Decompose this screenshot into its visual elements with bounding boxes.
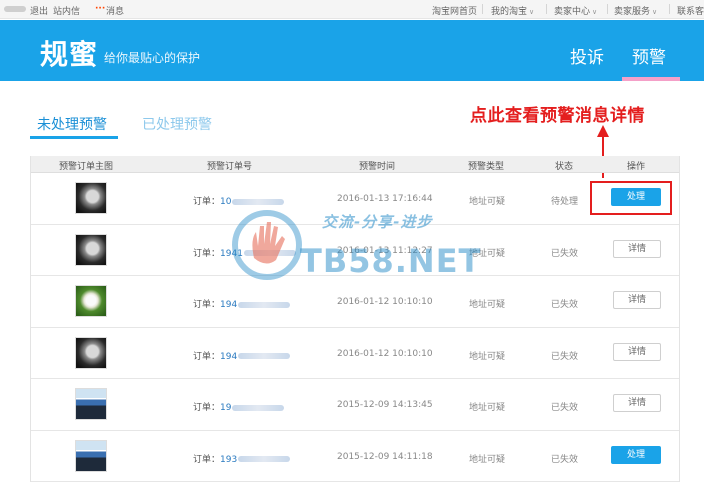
status-text: 已失效	[551, 351, 579, 362]
col-header-type: 预警类型	[468, 162, 505, 172]
col-header-order-no: 预警订单号	[207, 162, 253, 172]
order-thumbnail[interactable]	[75, 182, 107, 214]
details-button[interactable]: 详情	[613, 342, 661, 361]
warning-type: 地址可疑	[469, 248, 506, 259]
warning-time: 2016-01-13 11:12:27	[337, 245, 433, 256]
order-number[interactable]: 订单：193	[193, 452, 291, 465]
topbar-divider	[669, 4, 670, 14]
warning-type: 地址可疑	[469, 403, 506, 413]
col-header-thumbnail: 预警订单主图	[59, 162, 114, 172]
annotation-callout: 点此查看预警消息详情	[470, 106, 645, 126]
status-text: 已失效	[551, 403, 579, 413]
warning-type: 地址可疑	[469, 351, 506, 362]
handle-button[interactable]: 处理	[611, 445, 661, 464]
order-number-redacted	[232, 198, 285, 205]
status-text: 已失效	[551, 454, 579, 465]
table-row: 订单：19 2015-12-09 14:13:45 地址可疑 已失效 详情	[31, 379, 679, 431]
annotation-highlight-box	[590, 181, 672, 215]
table-row: 订单：193 2015-12-09 14:11:18 地址可疑 已失效 处理	[31, 431, 679, 482]
warning-time: 2016-01-12 10:10:10	[337, 348, 433, 359]
tab-processed-warnings[interactable]: 已处理预警	[142, 114, 212, 134]
nav-tab-warnings[interactable]: 预警	[632, 43, 666, 68]
order-thumbnail[interactable]	[75, 285, 107, 317]
warning-type: 地址可疑	[469, 300, 506, 310]
table-header: 预警订单主图 预警订单号 预警时间 预警类型 状态 操作	[31, 156, 679, 173]
status-text: 待处理	[551, 197, 579, 207]
notifications-link[interactable]: 消息	[106, 4, 124, 17]
chevron-down-icon: ∨	[592, 8, 598, 16]
order-number-redacted	[238, 301, 291, 308]
order-number-redacted	[243, 250, 296, 256]
warning-type: 地址可疑	[469, 454, 506, 465]
col-header-time: 预警时间	[359, 162, 396, 172]
taobao-home-link[interactable]: 淘宝网首页	[432, 4, 477, 17]
order-thumbnail[interactable]	[75, 388, 107, 420]
order-number-redacted	[238, 456, 291, 462]
active-tab-underline	[30, 136, 118, 139]
tab-unprocessed-warnings[interactable]: 未处理预警	[37, 114, 107, 134]
logout-link[interactable]: 退出	[30, 4, 48, 17]
seller-center-menu[interactable]: 卖家中心 ∨	[554, 4, 597, 17]
details-button[interactable]: 详情	[613, 239, 661, 258]
status-text: 已失效	[551, 248, 579, 259]
nav-active-indicator	[622, 77, 680, 81]
order-thumbnail[interactable]	[75, 336, 107, 369]
warning-table: 预警订单主图 预警订单号 预警时间 预警类型 状态 操作 订单：10 2016-0…	[30, 156, 680, 482]
contact-service-link[interactable]: 联系客	[677, 4, 704, 17]
chevron-down-icon: ∨	[652, 8, 658, 16]
more-dots-icon: ···	[95, 4, 106, 14]
order-thumbnail[interactable]	[75, 439, 107, 472]
seller-services-menu[interactable]: 卖家服务 ∨	[614, 4, 657, 17]
topbar-divider	[546, 4, 547, 14]
warning-time: 2016-01-13 17:16:44	[337, 194, 433, 204]
order-number-redacted	[238, 353, 291, 359]
warning-time: 2015-12-09 14:11:18	[337, 451, 433, 462]
table-row: 订单：10 2016-01-13 17:16:44 地址可疑 待处理 处理	[31, 173, 679, 225]
warning-time: 2015-12-09 14:13:45	[337, 400, 433, 410]
topbar-divider	[607, 4, 608, 14]
col-header-action: 操作	[627, 162, 646, 172]
warning-time: 2016-01-12 10:10:10	[337, 297, 433, 307]
order-number[interactable]: 订单：1941	[193, 246, 296, 259]
details-button[interactable]: 详情	[613, 394, 661, 412]
username-redacted	[4, 6, 26, 12]
warning-type: 地址可疑	[469, 197, 506, 207]
order-number[interactable]: 订单：194	[193, 297, 291, 310]
chevron-down-icon: ∨	[529, 8, 535, 16]
table-row: 订单：194 2016-01-12 10:10:10 地址可疑 已失效 详情	[31, 328, 679, 379]
app-slogan: 给你最贴心的保护	[104, 51, 201, 65]
nav-tab-complaints[interactable]: 投诉	[570, 43, 604, 68]
status-text: 已失效	[551, 300, 579, 310]
app-logo-title: 规蜜	[40, 38, 99, 71]
order-thumbnail[interactable]	[75, 233, 107, 266]
table-row: 订单：1941 2016-01-13 11:12:27 地址可疑 已失效 详情	[31, 225, 679, 276]
table-body: 订单：10 2016-01-13 17:16:44 地址可疑 待处理处理 订单：1941…	[31, 173, 679, 482]
order-number-redacted	[232, 404, 285, 411]
app-header: 规蜜 给你最贴心的保护 投诉 预警	[0, 20, 704, 81]
topbar-divider	[482, 4, 483, 14]
site-messages-link[interactable]: 站内信	[53, 4, 80, 17]
details-button[interactable]: 详情	[613, 291, 661, 309]
col-header-status: 状态	[555, 162, 574, 172]
order-number[interactable]: 订单：10	[193, 194, 285, 207]
order-number[interactable]: 订单：194	[193, 349, 291, 362]
top-utility-bar: 退出 站内信 ··· 消息 淘宝网首页 我的淘宝 ∨ 卖家中心 ∨ 卖家服务 ∨ 联系…	[0, 0, 704, 19]
table-row: 订单：194 2016-01-12 10:10:10 地址可疑 已失效 详情	[31, 276, 679, 328]
my-taobao-menu[interactable]: 我的淘宝 ∨	[491, 4, 534, 17]
order-number[interactable]: 订单：19	[193, 400, 285, 413]
